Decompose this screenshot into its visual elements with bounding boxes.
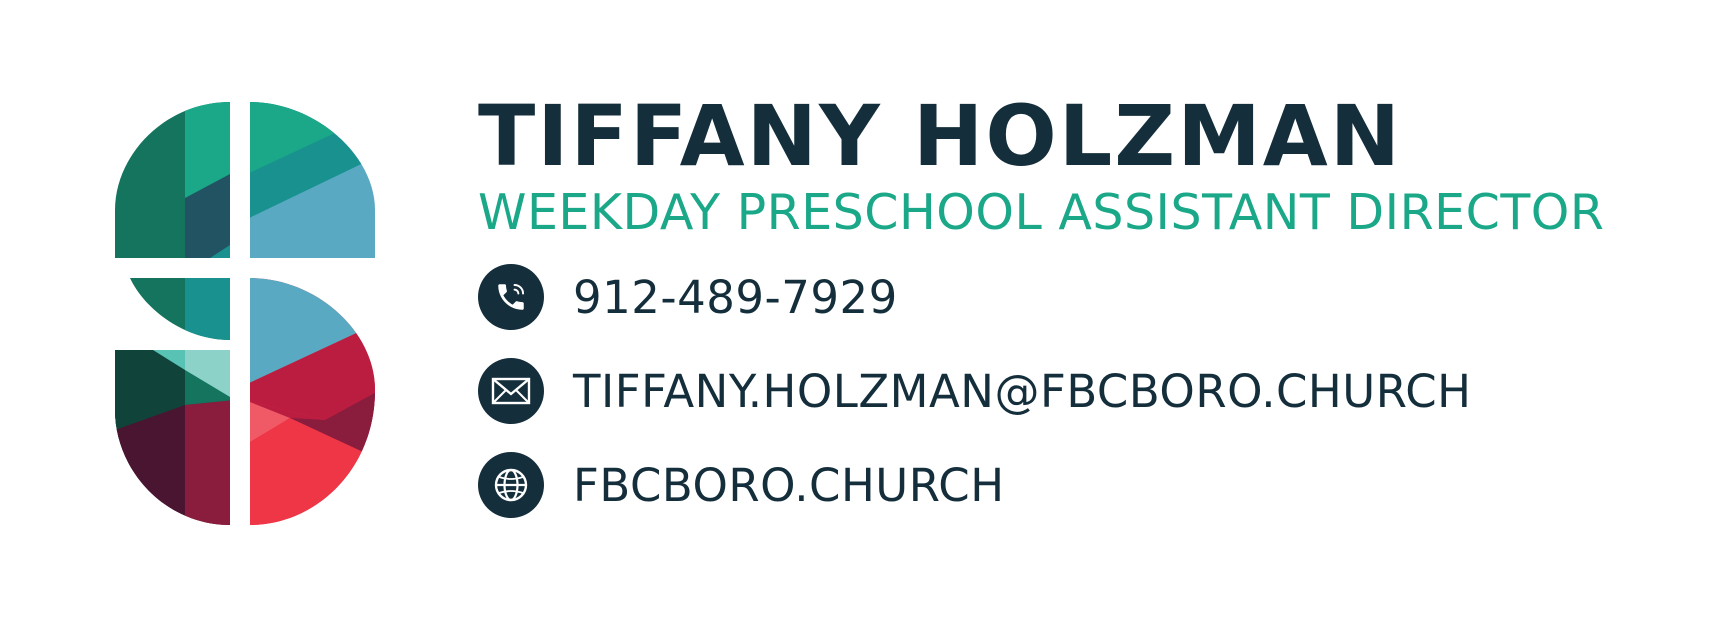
logo-bottom-right-segment	[250, 278, 375, 525]
logo-middle-left-segment	[130, 278, 230, 340]
envelope-icon	[478, 358, 544, 424]
job-title: WEEKDAY PRESCHOOL ASSISTANT DIRECTOR	[478, 184, 1605, 241]
person-name: TIFFANY HOLZMAN	[478, 87, 1403, 185]
phone-icon	[478, 264, 544, 330]
signature-info: TIFFANY HOLZMAN WEEKDAY PRESCHOOL ASSIST…	[478, 88, 1678, 546]
church-logo	[115, 100, 375, 525]
website-contact[interactable]: FBCBORO.CHURCH	[478, 452, 1678, 518]
phone-contact[interactable]: 912-489-7929	[478, 264, 1678, 330]
website-url: FBCBORO.CHURCH	[573, 458, 1005, 512]
contact-list: 912-489-7929 TIFFANY.HOLZMAN@FBCBORO.CHU…	[478, 264, 1678, 518]
email-contact[interactable]: TIFFANY.HOLZMAN@FBCBORO.CHURCH	[478, 358, 1678, 424]
email-address: TIFFANY.HOLZMAN@FBCBORO.CHURCH	[573, 364, 1472, 418]
email-signature: TIFFANY HOLZMAN WEEKDAY PRESCHOOL ASSIST…	[0, 0, 1730, 635]
logo-bottom-left-segment	[115, 350, 230, 525]
logo-top-left-segment	[115, 102, 230, 258]
phone-number: 912-489-7929	[573, 270, 898, 324]
globe-icon	[478, 452, 544, 518]
logo-top-right-segment	[250, 102, 375, 258]
church-s-cross-logo-icon	[115, 102, 375, 525]
